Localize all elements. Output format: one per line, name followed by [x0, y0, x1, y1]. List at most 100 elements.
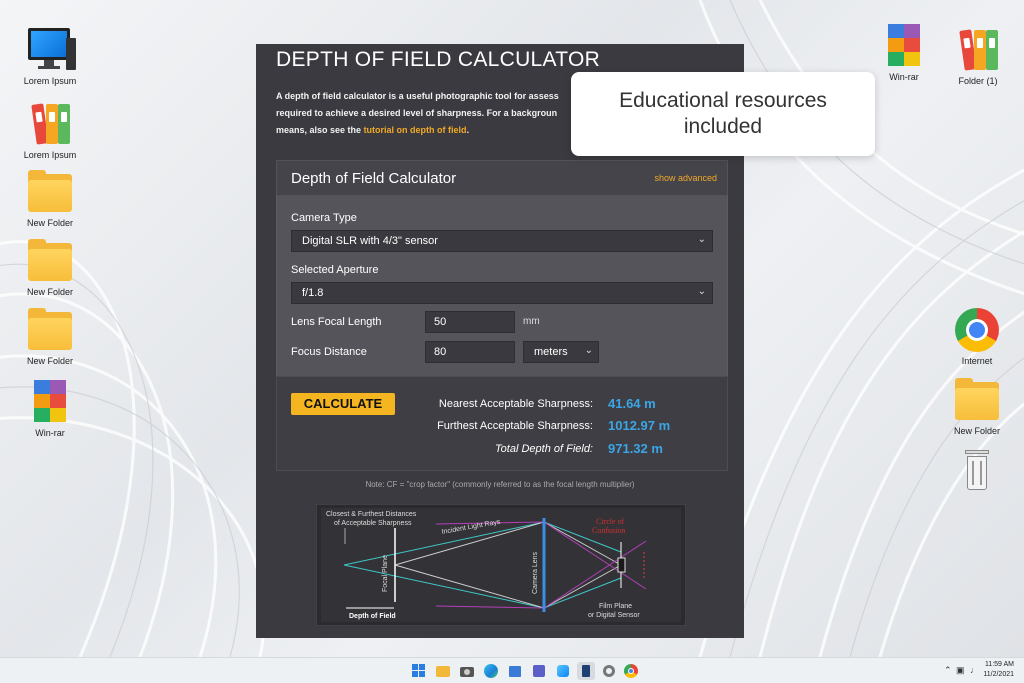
depth-of-field-label: Depth of Field — [349, 613, 396, 620]
desktop-icon-label: Internet — [961, 356, 993, 366]
computer-icon — [26, 26, 76, 74]
chevron-down-icon: ⌄ — [697, 234, 706, 245]
settings-icon[interactable] — [600, 662, 618, 680]
furthest-value: 1012.97 m — [608, 418, 671, 433]
desktop-icon-label: Folder (1) — [958, 76, 998, 86]
chrome-taskbar-icon[interactable] — [622, 662, 640, 680]
clock-date: 11/2/2021 — [983, 671, 1014, 678]
page-title: DEPTH OF FIELD CALCULATOR — [276, 48, 601, 71]
desktop-icon-label: New Folder — [26, 287, 73, 297]
taskbar: ⌃ ▣ ♩ 11:59 AM 11/2/2021 — [0, 657, 1024, 683]
aperture-label: Selected Aperture — [291, 264, 379, 276]
circle-of-confusion-label-1: Circle of — [596, 517, 625, 526]
desktop-icon-folder[interactable]: New Folder — [15, 306, 85, 366]
calculator-header: Depth of Field Calculator show advanced — [276, 160, 728, 196]
camera-type-select[interactable]: Digital SLR with 4/3" sensor ⌄ — [291, 230, 713, 252]
crop-factor-note: Note: CF = "crop factor" (commonly refer… — [365, 480, 635, 489]
desktop-icon-winrar[interactable]: Win-rar — [15, 378, 85, 438]
desktop-icon-label: New Folder — [953, 426, 1000, 436]
calculator-title: Depth of Field Calculator — [291, 170, 457, 187]
focal-plane-label: Focal Plane — [382, 555, 389, 592]
winrar-icon — [880, 22, 928, 70]
desktop-icon-folder[interactable]: New Folder — [15, 237, 85, 297]
desktop-icon-binders[interactable]: Folder (1) — [943, 26, 1013, 86]
show-advanced-link[interactable]: show advanced — [654, 173, 717, 183]
focal-length-label: Lens Focal Length — [291, 316, 382, 328]
desktop-icon-label: Lorem Ipsum — [23, 150, 77, 160]
calculator-panel: Depth of Field Calculator show advanced … — [276, 160, 728, 471]
edge-icon[interactable] — [482, 662, 500, 680]
desktop-icon-label: Win-rar — [889, 72, 919, 82]
camera-icon[interactable] — [458, 662, 476, 680]
nearest-label: Nearest Acceptable Sharpness: — [438, 398, 593, 410]
results-panel: CALCULATE Nearest Acceptable Sharpness: … — [276, 376, 728, 471]
desktop-icon-folder[interactable]: New Folder — [15, 168, 85, 228]
camera-type-value: Digital SLR with 4/3" sensor — [302, 235, 438, 247]
network-icon[interactable]: ▣ — [956, 665, 965, 676]
folder-icon — [26, 168, 74, 216]
binders-icon — [954, 26, 1002, 74]
store-icon[interactable] — [506, 662, 524, 680]
folder-icon — [26, 306, 74, 354]
distance-unit-value: meters — [534, 346, 568, 358]
desktop: Lorem Ipsum Lorem Ipsum New Folder New F… — [0, 0, 1024, 657]
camera-lens-label: Camera Lens — [532, 551, 539, 594]
recycle-bin-icon — [953, 446, 1001, 494]
chevron-down-icon: ⌄ — [584, 345, 593, 356]
depth-of-field-diagram: Closest & Furthest Distances of Acceptab… — [316, 504, 686, 626]
desktop-icon-label: New Folder — [26, 356, 73, 366]
desktop-icon-winrar[interactable]: Win-rar — [869, 22, 939, 82]
tutorial-link[interactable]: tutorial on depth of field — [364, 125, 467, 135]
feature-callout: Educational resources included — [571, 72, 875, 156]
winrar-icon — [26, 378, 74, 426]
intro-line: required to achieve a desired level of s… — [276, 108, 558, 118]
folder-icon — [26, 237, 74, 285]
intro-line: means, also see the tutorial on depth of… — [276, 122, 576, 139]
focus-distance-label: Focus Distance — [291, 346, 367, 358]
callout-line: included — [683, 115, 763, 138]
film-plane-label-1: Film Plane — [599, 603, 632, 610]
aperture-value: f/1.8 — [302, 287, 324, 299]
start-icon[interactable] — [410, 662, 428, 680]
closest-label-1: Closest & Furthest Distances — [326, 511, 417, 518]
volume-icon[interactable]: ♩ — [970, 665, 979, 675]
taskbar-clock[interactable]: 11:59 AM 11/2/2021 — [983, 660, 1014, 680]
distance-unit-select[interactable]: meters ⌄ — [523, 341, 599, 363]
intro-line: A depth of field calculator is a useful … — [276, 91, 559, 101]
desktop-icon-binders[interactable]: Lorem Ipsum — [15, 100, 85, 160]
sensor-box — [617, 557, 626, 573]
folder-icon — [953, 376, 1001, 424]
callout-line: Educational resources — [619, 89, 827, 112]
furthest-label: Furthest Acceptable Sharpness: — [437, 420, 593, 432]
intro-line-end: . — [466, 125, 470, 135]
active-app-icon[interactable] — [577, 662, 595, 680]
intro-text: A depth of field calculator is a useful … — [276, 88, 576, 139]
total-label: Total Depth of Field: — [494, 443, 593, 455]
camera-type-label: Camera Type — [291, 212, 357, 224]
aperture-select[interactable]: f/1.8 ⌄ — [291, 282, 713, 304]
desktop-icon-folder[interactable]: New Folder — [942, 376, 1012, 436]
desktop-icon-computer[interactable]: Lorem Ipsum — [15, 26, 85, 86]
intro-line-text: means, also see the — [276, 125, 362, 135]
file-explorer-icon[interactable] — [434, 662, 452, 680]
total-value: 971.32 m — [608, 441, 663, 456]
closest-label-2: of Acceptable Sharpness — [334, 520, 412, 527]
clock-time: 11:59 AM — [984, 661, 1014, 668]
circle-of-confusion-label-2: Confusion — [592, 526, 625, 535]
chevron-down-icon: ⌄ — [697, 286, 706, 297]
binders-icon — [26, 100, 74, 148]
focus-distance-input[interactable]: 80 — [425, 341, 515, 363]
nearest-value: 41.64 m — [608, 396, 656, 411]
desktop-icon-label: Win-rar — [35, 428, 65, 438]
teams-icon[interactable] — [530, 662, 548, 680]
chrome-icon — [953, 306, 1001, 354]
desktop-icon-recycle-bin[interactable] — [942, 446, 1012, 494]
focal-length-unit: mm — [523, 316, 540, 327]
calculator-inputs: Camera Type Digital SLR with 4/3" sensor… — [276, 196, 728, 376]
film-plane-label-2: or Digital Sensor — [588, 612, 640, 619]
focal-length-input[interactable]: 50 — [425, 311, 515, 333]
chevron-up-icon[interactable]: ⌃ — [944, 665, 952, 676]
photos-icon[interactable] — [554, 662, 572, 680]
desktop-icon-label: Lorem Ipsum — [23, 76, 77, 86]
desktop-icon-internet[interactable]: Internet — [942, 306, 1012, 366]
